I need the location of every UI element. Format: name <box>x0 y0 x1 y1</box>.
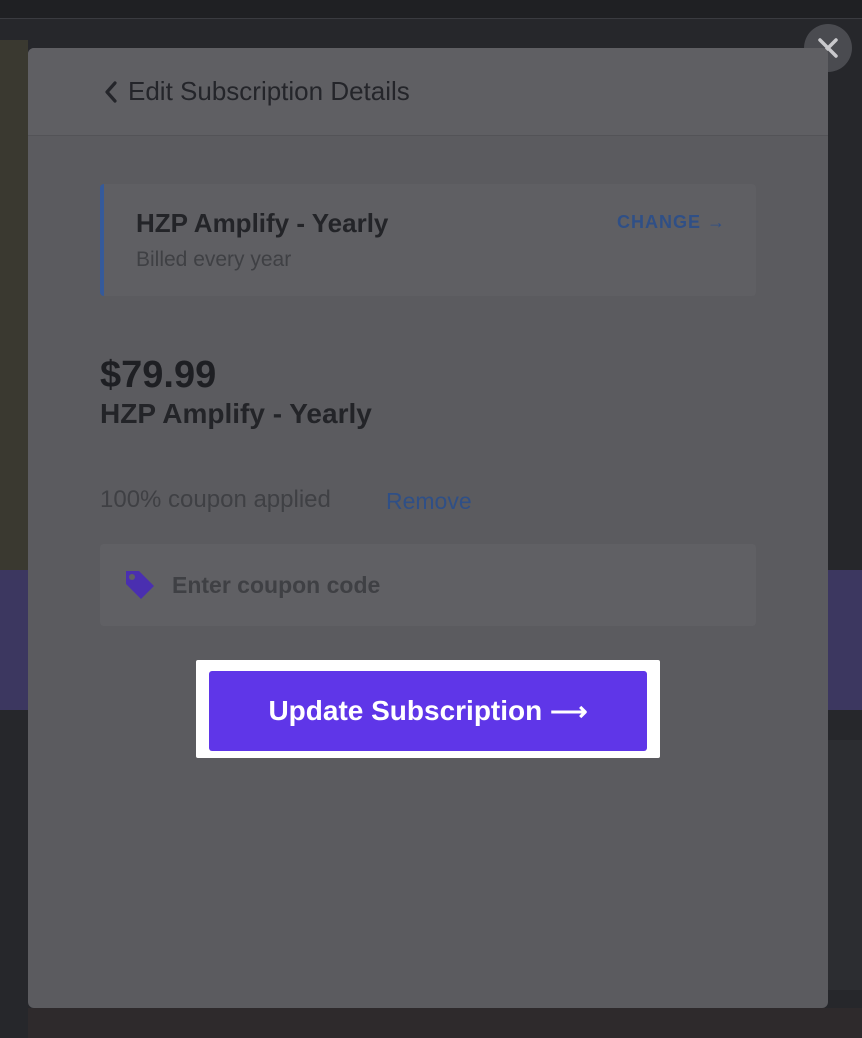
remove-coupon-link[interactable]: Remove <box>386 488 472 515</box>
edit-subscription-modal: Edit Subscription Details HZP Amplify - … <box>28 48 828 1008</box>
summary-plan-name: HZP Amplify - Yearly <box>100 398 372 429</box>
selected-plan-card: HZP Amplify - Yearly Billed every year C… <box>100 184 756 296</box>
background-bottom-panel <box>28 1008 862 1038</box>
background-top-bar <box>0 0 862 19</box>
page-title: Edit Subscription Details <box>128 76 410 106</box>
coupon-code-input[interactable] <box>170 570 674 600</box>
modal-header: Edit Subscription Details <box>28 48 828 136</box>
background-right-banner <box>828 570 862 710</box>
plan-billing-period: Billed every year <box>136 248 292 271</box>
coupon-field[interactable] <box>100 544 756 626</box>
coupon-status: 100% coupon applied <box>100 486 331 513</box>
back-link[interactable]: Edit Subscription Details <box>102 76 410 107</box>
change-plan-link[interactable]: CHANGE → <box>617 212 726 233</box>
background-left-banner <box>0 570 28 710</box>
background-left-panel <box>0 40 28 570</box>
update-subscription-button[interactable]: Update Subscription ⟶ <box>209 671 647 751</box>
tag-icon <box>126 571 154 599</box>
update-subscription-label: Update Subscription <box>268 695 543 726</box>
chevron-left-icon <box>105 80 117 103</box>
background-right-panel <box>828 740 862 990</box>
arrow-right-icon: ⟶ <box>550 695 588 726</box>
plan-name: HZP Amplify - Yearly <box>136 208 389 238</box>
update-button-highlight: Update Subscription ⟶ <box>196 660 660 758</box>
plan-price: $79.99 <box>100 354 217 396</box>
